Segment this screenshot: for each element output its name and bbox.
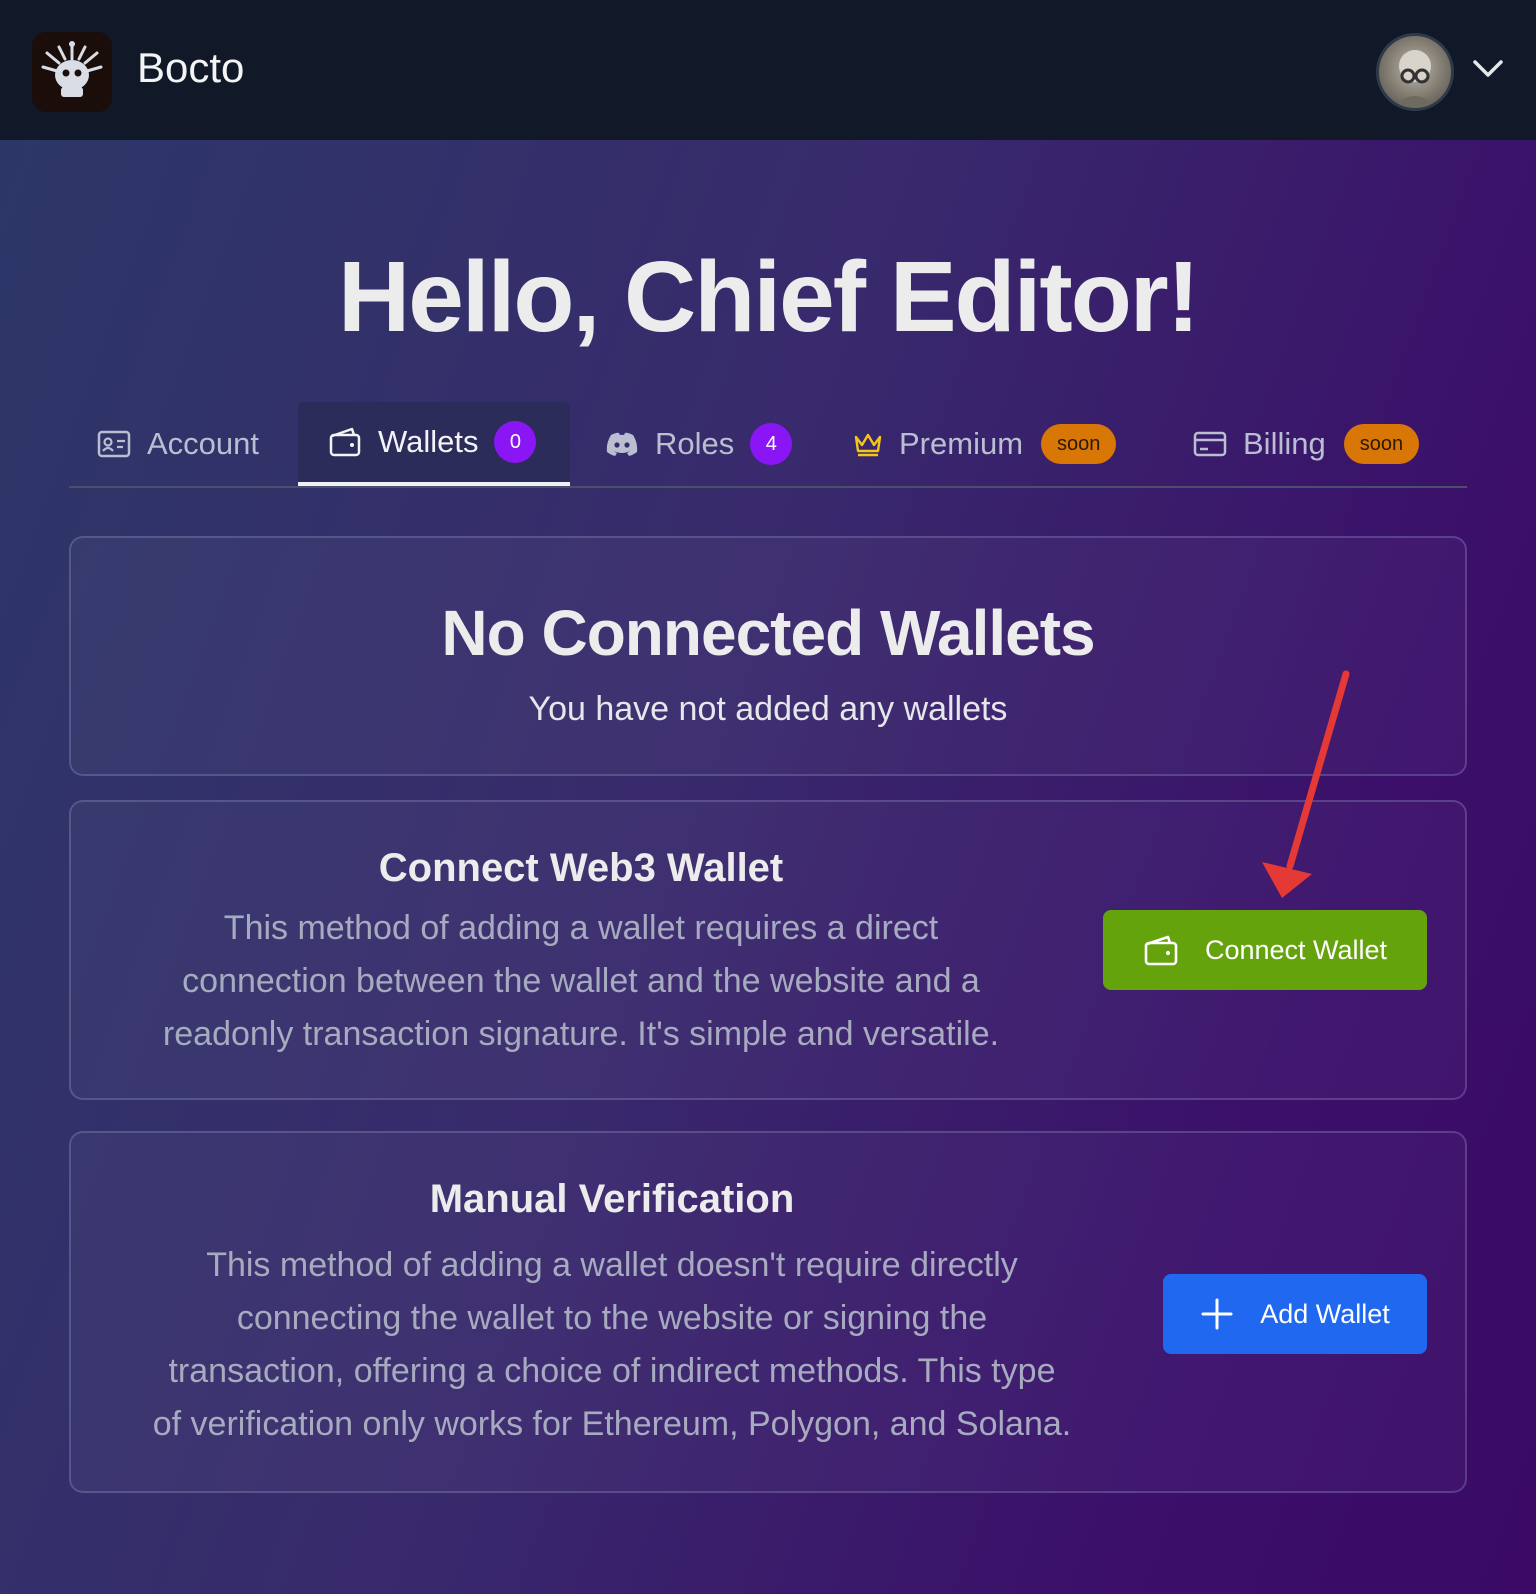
tab-billing-label: Billing: [1243, 426, 1326, 461]
manual-verification-card: Manual Verification This method of addin…: [69, 1131, 1467, 1493]
manual-desc-line: This method of adding a wallet doesn't r…: [206, 1246, 1018, 1284]
tab-premium-label: Premium: [899, 426, 1024, 461]
tab-account-label: Account: [147, 426, 260, 461]
tab-wallets[interactable]: Wallets 0: [298, 402, 570, 486]
plus-icon: [1201, 1298, 1233, 1330]
tab-billing[interactable]: Billing soon: [1193, 402, 1420, 486]
web3-desc-line: connection between the wallet and the we…: [182, 962, 980, 1000]
manual-desc-line: connecting the wallet to the website or …: [236, 1299, 988, 1337]
top-bar: Bocto: [0, 0, 1536, 140]
web3-desc-line: This method of adding a wallet requires …: [223, 909, 939, 947]
bocto-logo-icon: [41, 41, 103, 97]
add-wallet-label: Add Wallet: [1260, 1298, 1390, 1329]
billing-soon-badge: soon: [1343, 424, 1420, 464]
premium-soon-badge: soon: [1041, 424, 1117, 464]
app-name: Bocto: [137, 44, 245, 91]
empty-state-subtitle: You have not added any wallets: [528, 690, 1008, 728]
tab-account[interactable]: Account: [97, 402, 259, 486]
id-card-icon: [97, 430, 131, 458]
user-avatar[interactable]: [1376, 33, 1454, 111]
manual-desc-line: of verification only works for Ethereum,…: [152, 1405, 1072, 1443]
credit-card-icon: [1193, 431, 1227, 457]
web3-desc-line: readonly transaction signature. It's sim…: [162, 1015, 1000, 1053]
page-title: Hello, Chief Editor!: [338, 241, 1200, 353]
avatar-image-icon: [1393, 50, 1437, 108]
tab-bar: Account Wallets 0 Roles 4 Premium soon B…: [69, 402, 1467, 488]
roles-count-badge: 4: [750, 423, 793, 465]
tab-roles[interactable]: Roles 4: [605, 402, 793, 486]
manual-description: This method of adding a wallet doesn't r…: [71, 1239, 1153, 1451]
connect-wallet-label: Connect Wallet: [1204, 934, 1388, 965]
web3-title: Connect Web3 Wallet: [378, 846, 784, 890]
empty-state-title: No Connected Wallets: [441, 597, 1095, 669]
app-logo[interactable]: [32, 32, 112, 112]
tab-premium[interactable]: Premium soon: [853, 402, 1117, 486]
web3-wallet-card: Connect Web3 Wallet This method of addin…: [69, 800, 1467, 1100]
manual-title: Manual Verification: [429, 1177, 795, 1221]
connect-wallet-button[interactable]: Connect Wallet: [1103, 910, 1427, 990]
discord-icon: [606, 432, 638, 456]
crown-icon: [854, 433, 882, 457]
add-wallet-button[interactable]: Add Wallet: [1163, 1274, 1427, 1354]
wallets-count-badge: 0: [494, 421, 537, 463]
wallet-icon: [329, 427, 361, 457]
wallet-icon: [1144, 935, 1178, 966]
tab-roles-label: Roles: [655, 426, 735, 461]
web3-description: This method of adding a wallet requires …: [71, 902, 1091, 1061]
tab-wallets-label: Wallets: [378, 424, 479, 459]
empty-state-card: No Connected Wallets You have not added …: [69, 536, 1467, 776]
chevron-down-icon[interactable]: [1472, 58, 1504, 80]
manual-desc-line: transaction, offering a choice of indire…: [168, 1352, 1056, 1390]
